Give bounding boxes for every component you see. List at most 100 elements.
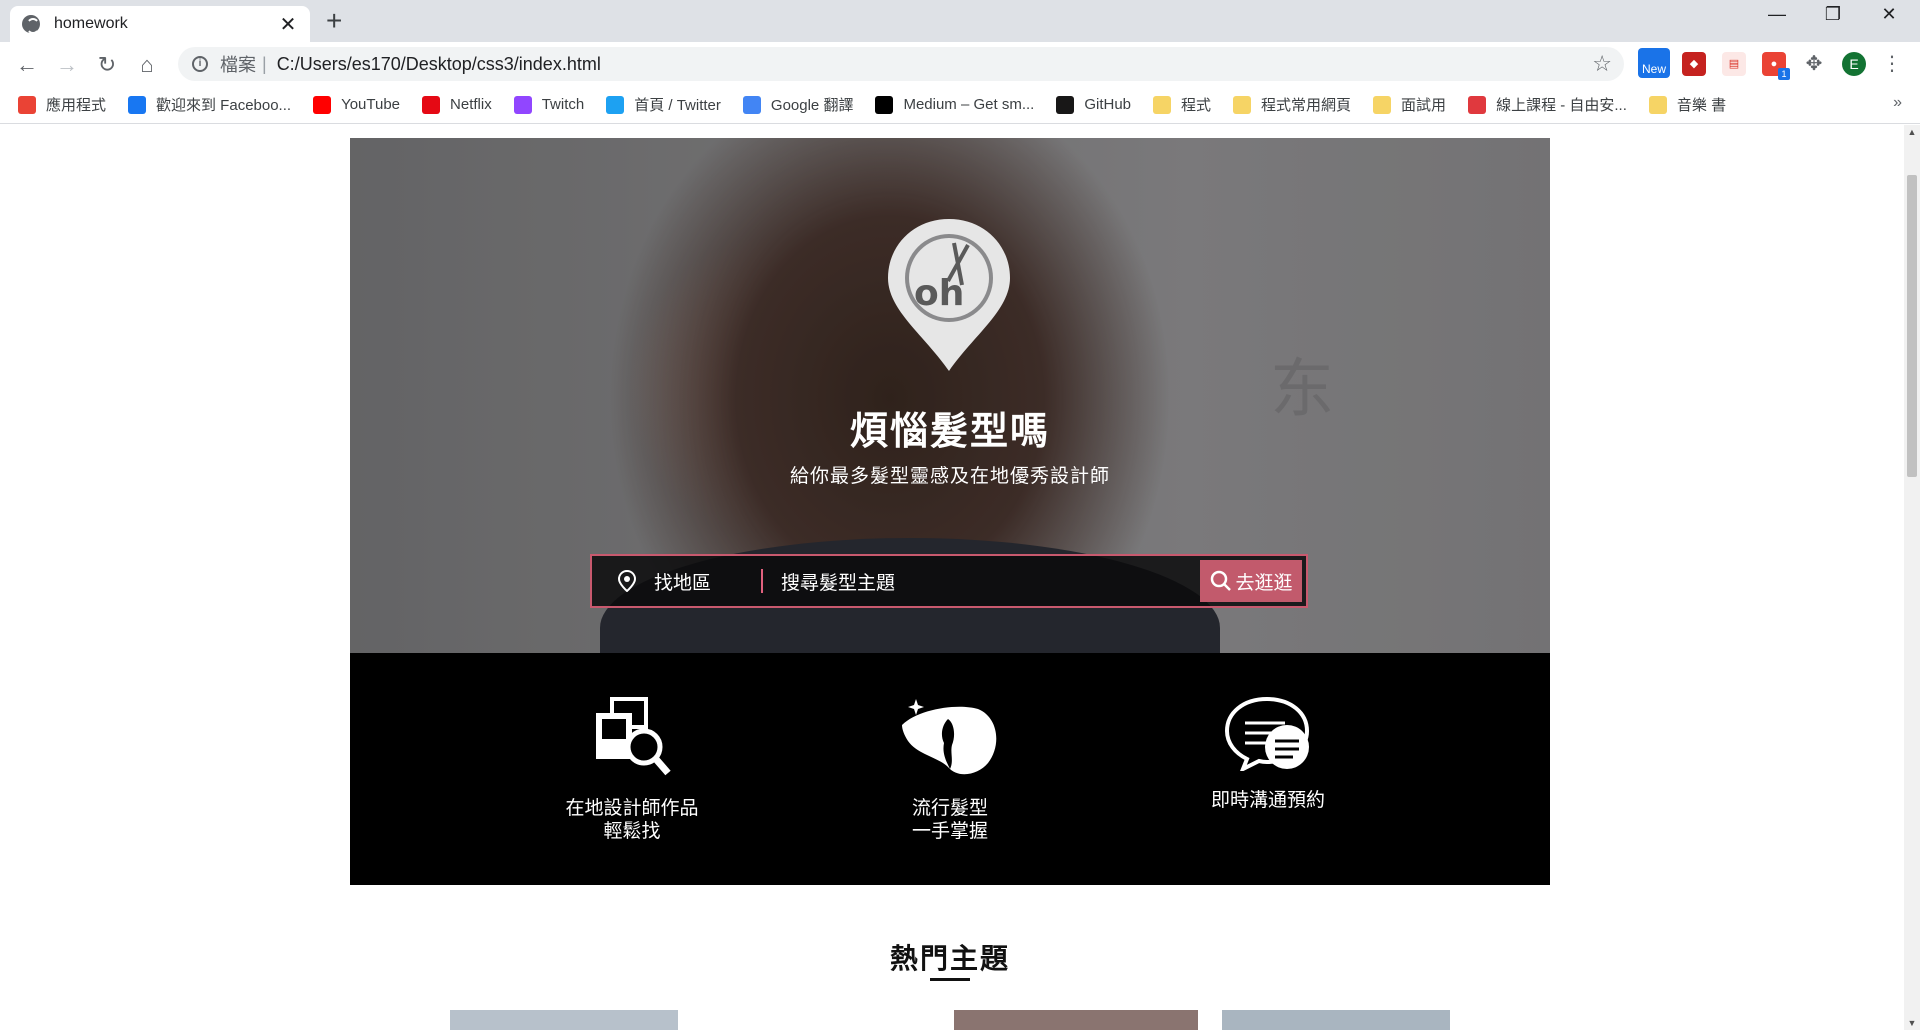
google-translate-icon <box>742 95 761 114</box>
feature-designer-works: 在地設計師作品 輕鬆找 <box>502 695 762 843</box>
hero-subtitle: 給你最多髮型靈感及在地優秀設計師 <box>789 466 1110 487</box>
ublock-icon[interactable]: ◆ <box>1682 52 1706 76</box>
bookmark-item[interactable]: 應用程式 <box>18 94 106 115</box>
bookmark-item[interactable]: 面試用 <box>1373 94 1446 115</box>
bookmark-item[interactable]: Google 翻譯 <box>742 94 854 115</box>
twitch-icon <box>513 95 532 114</box>
course-icon <box>1468 95 1487 114</box>
feature-label: 流行髮型 一手掌握 <box>820 797 1080 843</box>
minimize-button[interactable]: — <box>1752 4 1802 25</box>
hero-banner: 东 oh 煩惱髮型嗎 給你最多髮型靈感及在地優秀設計師 找地區 搜尋髮型主題 去… <box>350 138 1550 653</box>
tab-close-icon[interactable]: ✕ <box>278 12 298 37</box>
ext-new-label: New <box>1641 62 1666 76</box>
bookmark-item[interactable]: Medium – Get sm... <box>875 95 1035 114</box>
notification-extension-icon[interactable]: ● 1 <box>1762 52 1790 80</box>
bookmark-label: 面試用 <box>1401 97 1447 114</box>
svg-text:oh: oh <box>914 273 964 314</box>
bookmark-item[interactable]: Netflix <box>422 95 492 114</box>
bookmark-item[interactable]: 程式 <box>1153 94 1211 115</box>
netflix-icon <box>422 95 441 114</box>
bookmark-label: 程式常用網頁 <box>1261 97 1352 114</box>
bookmark-item[interactable]: GitHub <box>1056 95 1131 114</box>
folder-icon <box>1648 95 1667 114</box>
feature-line1: 在地設計師作品 <box>565 798 699 819</box>
folder-icon <box>1233 95 1252 114</box>
bookmark-item[interactable]: 線上課程 - 自由安... <box>1468 94 1627 115</box>
search-bar: 找地區 搜尋髮型主題 去逛逛 <box>590 554 1308 608</box>
home-icon[interactable]: ⌂ <box>132 50 162 80</box>
topic-thumbnail[interactable] <box>450 1010 678 1030</box>
bookmark-item[interactable]: 音樂 書 <box>1648 94 1727 115</box>
profile-avatar[interactable]: E <box>1842 52 1866 76</box>
page-viewport: 东 oh 煩惱髮型嗎 給你最多髮型靈感及在地優秀設計師 找地區 搜尋髮型主題 去… <box>0 125 1904 1030</box>
extension-badge: 1 <box>1778 68 1790 80</box>
bookmark-label: 線上課程 - 自由安... <box>1496 97 1627 114</box>
github-icon <box>1056 95 1075 114</box>
address-bar[interactable]: i 檔案 | C:/Users/es170/Desktop/css3/index… <box>178 47 1624 81</box>
topic-thumbnail[interactable] <box>954 1010 1198 1030</box>
browser-tab[interactable]: homework ✕ <box>10 6 310 42</box>
feature-trending-hair: 流行髮型 一手掌握 <box>820 695 1080 843</box>
bookmark-label: 音樂 書 <box>1676 97 1727 114</box>
menu-kebab-icon[interactable]: ⋮ <box>1880 52 1904 76</box>
forward-icon[interactable]: → <box>52 50 82 80</box>
folder-icon <box>1153 95 1172 114</box>
bookmark-item[interactable]: 歡迎來到 Faceboo... <box>128 94 291 115</box>
reload-icon[interactable]: ↻ <box>92 50 122 80</box>
section-title: 熱門主題 <box>889 943 1010 974</box>
window-close-button[interactable]: ✕ <box>1864 4 1914 25</box>
bookmark-item[interactable]: 首頁 / Twitter <box>606 94 721 115</box>
bookmark-label: 歡迎來到 Faceboo... <box>156 97 292 114</box>
url-separator: | <box>262 53 267 74</box>
url-scheme: 檔案 <box>220 55 256 75</box>
bookmark-label: 應用程式 <box>46 97 107 114</box>
apps-grid-icon <box>18 95 36 114</box>
chat-bubble-icon <box>1224 696 1310 771</box>
search-icon <box>1211 570 1232 591</box>
bookmark-item[interactable]: 程式常用網頁 <box>1233 94 1351 115</box>
logo-pin-icon: oh <box>888 219 1010 371</box>
bookmark-item[interactable]: YouTube <box>313 95 401 114</box>
restore-button[interactable]: ❐ <box>1808 4 1858 25</box>
url-text[interactable]: C:/Users/es170/Desktop/css3/index.html <box>277 54 601 75</box>
medium-icon <box>875 95 894 114</box>
hero-title: 煩惱髮型嗎 <box>849 411 1050 453</box>
calendar-extension-icon[interactable]: ▤ <box>1722 52 1746 76</box>
hair-style-icon <box>902 699 997 775</box>
globe-icon <box>22 15 40 34</box>
tab-title: homework <box>54 15 128 32</box>
bookmark-item[interactable]: Twitch <box>513 95 585 114</box>
bookmark-label: Medium – Get sm... <box>903 96 1035 113</box>
bookmark-label: Twitch <box>541 96 585 113</box>
bookmark-label: 首頁 / Twitter <box>634 97 721 114</box>
search-input[interactable]: 搜尋髮型主題 <box>781 568 1200 595</box>
bookmarks-bar: 應用程式 歡迎來到 Faceboo... YouTube Netflix Twitch 首… <box>0 86 1920 124</box>
bookmark-label: YouTube <box>341 96 401 113</box>
scroll-up-arrow[interactable]: ▲ <box>1904 127 1920 137</box>
topic-thumbnail[interactable] <box>1222 1010 1450 1030</box>
new-extension-icon[interactable]: New <box>1638 48 1670 78</box>
search-go-button[interactable]: 去逛逛 <box>1200 560 1302 602</box>
feature-line1: 流行髮型 <box>911 798 988 819</box>
designer-search-icon <box>596 697 671 776</box>
extensions-puzzle-icon[interactable]: ✥ <box>1802 52 1826 76</box>
folder-icon <box>1373 95 1392 114</box>
features-strip: 在地設計師作品 輕鬆找 流行髮型 一手掌握 即時溝通預約 <box>350 653 1550 885</box>
scrollbar-thumb[interactable] <box>1907 175 1917 477</box>
tab-strip: homework ✕ + — ❐ ✕ <box>0 0 1920 42</box>
region-selector[interactable]: 找地區 <box>654 568 711 595</box>
twitter-icon <box>606 95 625 114</box>
facebook-icon <box>128 95 147 114</box>
bookmarks-overflow-button[interactable]: » <box>1893 94 1902 112</box>
info-icon[interactable]: i <box>192 56 208 72</box>
feature-label: 即時溝通預約 <box>1138 789 1398 812</box>
bookmark-label: Google 翻譯 <box>770 97 854 114</box>
bookmark-star-icon[interactable]: ☆ <box>1592 51 1612 77</box>
feature-label: 在地設計師作品 輕鬆找 <box>502 797 762 843</box>
new-tab-button[interactable]: + <box>326 6 342 36</box>
youtube-icon <box>313 95 332 114</box>
back-icon[interactable]: ← <box>12 50 42 80</box>
browser-toolbar: ← → ↻ ⌂ i 檔案 | C:/Users/es170/Desktop/cs… <box>0 42 1920 86</box>
page-scrollbar[interactable]: ▲ ▼ <box>1904 125 1920 1030</box>
scroll-down-arrow[interactable]: ▼ <box>1904 1018 1920 1028</box>
